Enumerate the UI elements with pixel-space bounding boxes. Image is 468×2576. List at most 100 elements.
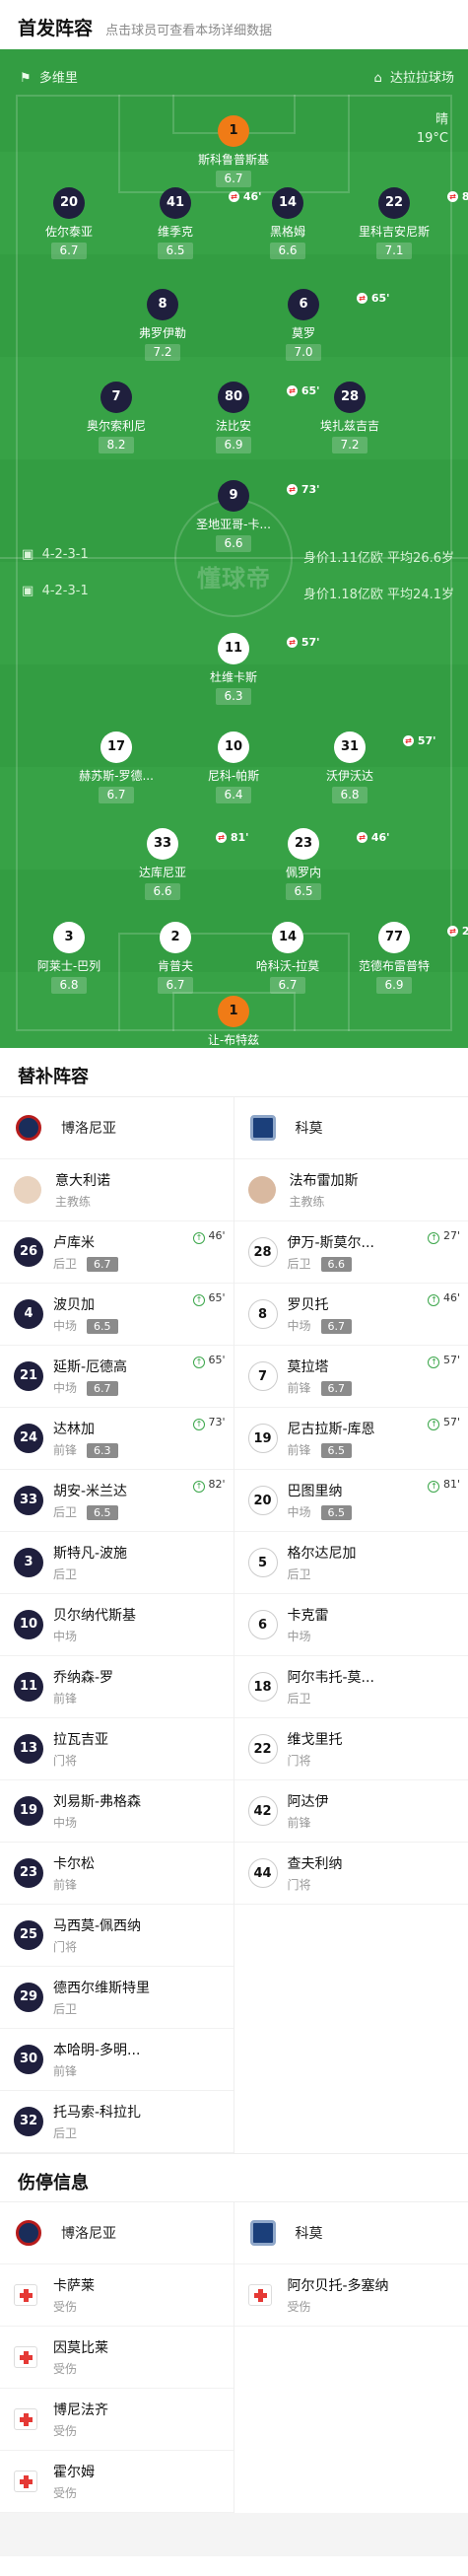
sub-number: 23 xyxy=(14,1858,43,1888)
injury-row[interactable]: 阿尔贝托-多塞纳 受伤 xyxy=(234,2264,468,2327)
sub-rating: 6.6 xyxy=(320,1257,353,1272)
player-card[interactable]: 28 埃扎兹吉吉 7.2 xyxy=(296,382,404,453)
sub-rating: 6.3 xyxy=(87,1443,118,1458)
sub-in-event: ↑ 46' xyxy=(428,1291,460,1306)
sub-row[interactable]: 22 维戈里托 门将 xyxy=(234,1718,468,1780)
sub-row[interactable]: 25 马西莫-佩西纳 门将 xyxy=(0,1905,234,1967)
player-card[interactable]: 41 ⇄ 46' 维季克 6.5 xyxy=(121,187,262,259)
sub-out-icon: ⇄ xyxy=(216,832,227,843)
sub-row[interactable]: 7 莫拉塔 前锋 6.7 ↑ 57' xyxy=(234,1346,468,1408)
sub-row[interactable]: 21 延斯-厄德高 中场 6.7 ↑ 65' xyxy=(0,1346,234,1408)
player-card[interactable]: 9 ⇄ 73' 圣地亚哥-卡... 6.6 xyxy=(179,480,320,552)
sub-out-icon: ⇄ xyxy=(447,926,458,937)
player-rating: 6.6 xyxy=(216,535,251,552)
sub-row[interactable]: 24 达林加 前锋 6.3 ↑ 73' xyxy=(0,1408,234,1470)
player-card[interactable]: 10 尼科-帕斯 6.4 xyxy=(179,731,288,803)
sub-row[interactable]: 3 斯特凡-波施 后卫 xyxy=(0,1532,234,1594)
sub-in-event: ↑ 81' xyxy=(428,1478,460,1493)
subs-team-away[interactable]: 科莫 xyxy=(234,1097,468,1159)
player-number: 10 xyxy=(218,731,249,763)
player-card[interactable]: 1让-布特兹6.8 xyxy=(179,996,288,1048)
sub-row[interactable]: 23 卡尔松 前锋 xyxy=(0,1843,234,1905)
player-card[interactable]: 11 ⇄ 57' 杜维卡斯 6.3 xyxy=(179,633,320,705)
player-card[interactable]: 14 哈科沃-拉莫 6.7 xyxy=(234,922,342,994)
player-card[interactable]: 31 ⇄ 57' 沃伊沃达 6.8 xyxy=(296,731,436,803)
sub-number: 18 xyxy=(247,1672,278,1702)
player-rating: 7.0 xyxy=(286,344,321,361)
injury-team-away[interactable]: 科莫 xyxy=(234,2202,468,2264)
bottom-team-formation: ▣ 4-2-3-1 xyxy=(22,584,89,598)
sub-row[interactable]: 26 卢库米 后卫 6.7 ↑ 46' xyxy=(0,1221,234,1284)
sub-row[interactable]: 13 拉瓦吉亚 门将 xyxy=(0,1718,234,1780)
sub-row[interactable]: 11 乔纳森-罗 前锋 xyxy=(0,1656,234,1718)
player-card[interactable]: 20 佐尔泰亚 6.7 xyxy=(15,187,123,259)
sub-row[interactable]: 33 胡安-米兰达 后卫 6.5 ↑ 82' xyxy=(0,1470,234,1532)
team-badge-icon: ▣ xyxy=(22,547,34,562)
injuries-title: 伤停信息 xyxy=(0,2153,468,2202)
player-name: 佐尔泰亚 xyxy=(44,225,93,239)
player-card[interactable]: 2 肯普夫 6.7 xyxy=(121,922,230,994)
substitution-event: ⇄ 73' xyxy=(287,474,320,506)
player-rating: 6.7 xyxy=(270,977,305,994)
player-name: 法比安 xyxy=(215,419,251,433)
sub-rating: 6.7 xyxy=(320,1381,353,1396)
coach-row-away[interactable]: 法布雷加斯 主教练 xyxy=(234,1159,468,1221)
sub-row[interactable]: 32 托马索-科拉扎 后卫 xyxy=(0,2091,234,2153)
player-card[interactable]: 77⇄ 27' 范德布雷普特 6.9 xyxy=(340,922,468,994)
player-number: 1 xyxy=(218,115,249,147)
player-name: 弗罗伊勒 xyxy=(138,326,186,340)
injury-row[interactable]: 博尼法齐 受伤 xyxy=(0,2389,234,2451)
player-card[interactable]: 6 ⇄ 65' 莫罗 7.0 xyxy=(249,289,390,361)
coach-row-home[interactable]: 意大利诺 主教练 xyxy=(0,1159,234,1221)
sub-number: 24 xyxy=(14,1424,43,1453)
player-card[interactable]: 22⇄ 82' 里科吉安尼斯 7.1 xyxy=(340,187,468,259)
player-card[interactable]: 7 奥尔索利尼 8.2 xyxy=(62,382,170,453)
sub-row[interactable]: 10 贝尔纳代斯基 中场 xyxy=(0,1594,234,1656)
player-card[interactable]: 80 ⇄ 65' 法比安 6.9 xyxy=(179,382,320,453)
sub-row[interactable]: 19 尼古拉斯-库恩 前锋 6.5 ↑ 57' xyxy=(234,1408,468,1470)
sub-row[interactable]: 42 阿达伊 前锋 xyxy=(234,1780,468,1843)
injury-row[interactable]: 卡萨莱 受伤 xyxy=(0,2264,234,2327)
sub-number: 44 xyxy=(247,1858,278,1888)
player-rating: 6.7 xyxy=(99,787,134,803)
sub-number: 3 xyxy=(14,1548,43,1577)
injury-row[interactable]: 因莫比莱 受伤 xyxy=(0,2327,234,2389)
player-rating: 6.3 xyxy=(216,688,251,705)
sub-number: 19 xyxy=(247,1424,278,1453)
sub-number: 29 xyxy=(14,1983,43,2012)
sub-number: 21 xyxy=(14,1361,43,1391)
sub-row[interactable]: 8 罗贝托 中场 6.7 ↑ 46' xyxy=(234,1284,468,1346)
sub-rating: 6.7 xyxy=(87,1257,118,1272)
player-card[interactable]: 3 阿莱士-巴列 6.8 xyxy=(15,922,123,994)
player-card[interactable]: 23 ⇄ 46' 佩罗内 6.5 xyxy=(249,828,390,900)
injury-status: 受伤 xyxy=(53,2362,78,2376)
injury-row[interactable]: 霍尔姆 受伤 xyxy=(0,2451,234,2513)
player-card[interactable]: 33 ⇄ 81' 达库尼亚 6.6 xyxy=(108,828,249,900)
sub-name: 巴图里纳 xyxy=(287,1484,343,1499)
player-card[interactable]: 8 弗罗伊勒 7.2 xyxy=(108,289,217,361)
player-card[interactable]: 17 赫苏斯-罗德... 6.7 xyxy=(62,731,170,803)
sub-row[interactable]: 5 格尔达尼加 后卫 xyxy=(234,1532,468,1594)
sub-name: 斯特凡-波施 xyxy=(53,1546,128,1562)
sub-row[interactable]: 18 阿尔韦托-莫... 后卫 xyxy=(234,1656,468,1718)
sub-out-icon: ⇄ xyxy=(447,191,458,202)
sub-name: 乔纳森-罗 xyxy=(53,1670,114,1686)
sub-row[interactable]: 20 巴图里纳 中场 6.5 ↑ 81' xyxy=(234,1470,468,1532)
player-name: 埃扎兹吉吉 xyxy=(319,419,379,433)
sub-row[interactable]: 4 波贝加 中场 6.5 ↑ 65' xyxy=(0,1284,234,1346)
sub-row[interactable]: 19 刘易斯-弗格森 中场 xyxy=(0,1780,234,1843)
player-card[interactable]: 14 黑格姆 6.6 xyxy=(234,187,342,259)
sub-row[interactable]: 29 德西尔维斯特里 后卫 xyxy=(0,1967,234,2029)
substitution-event: ⇄ 57' xyxy=(403,726,436,757)
sub-position: 后卫 xyxy=(53,2002,78,2016)
sub-row[interactable]: 44 查夫利纳 门将 xyxy=(234,1843,468,1905)
subs-team-home[interactable]: 博洛尼亚 xyxy=(0,1097,234,1159)
player-name: 赫苏斯-罗德... xyxy=(79,769,154,783)
injury-team-home[interactable]: 博洛尼亚 xyxy=(0,2202,234,2264)
player-rating: 6.9 xyxy=(376,977,412,994)
injured-player-name: 博尼法齐 xyxy=(53,2402,108,2418)
player-card[interactable]: 1 斯科鲁普斯基 6.7 xyxy=(179,115,288,187)
sub-row[interactable]: 28 伊万-斯莫尔... 后卫 6.6 ↑ 27' xyxy=(234,1221,468,1284)
sub-row[interactable]: 30 本哈明-多明... 前锋 xyxy=(0,2029,234,2091)
sub-row[interactable]: 6 卡克雷 中场 xyxy=(234,1594,468,1656)
